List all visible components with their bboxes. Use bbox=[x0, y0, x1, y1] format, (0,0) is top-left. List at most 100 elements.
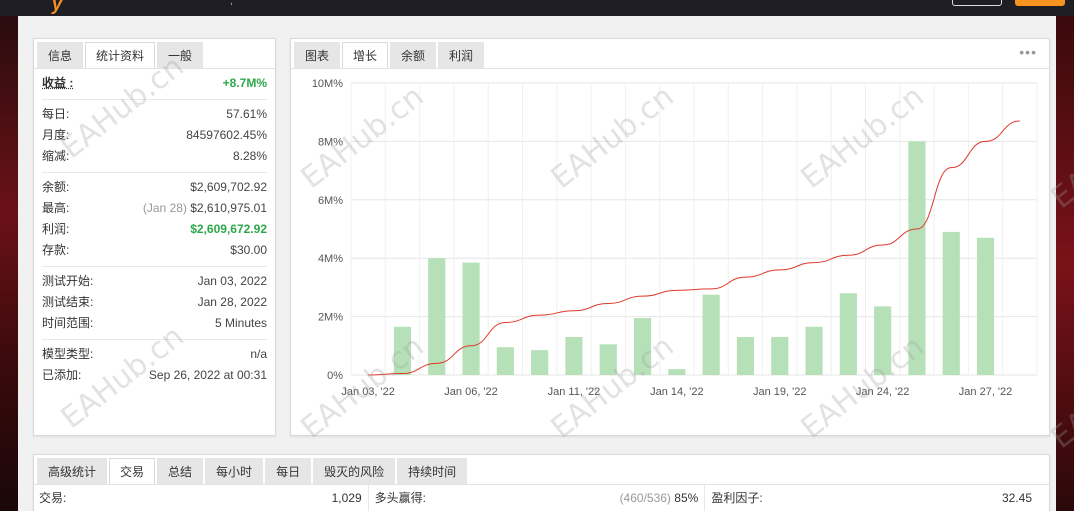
gain-label: 收益 : bbox=[42, 76, 74, 90]
y-tick-label: 4M% bbox=[318, 253, 343, 265]
background-left bbox=[0, 16, 18, 511]
trades-value: 1,029 bbox=[331, 491, 362, 505]
x-tick-label: Jan 11, '22 bbox=[548, 386, 601, 398]
growth-bar bbox=[462, 262, 480, 375]
growth-bar bbox=[393, 326, 412, 375]
test-end-label: 测试结束: bbox=[42, 295, 94, 309]
added-row: 已添加: Sep 26, 2022 at 00:31 bbox=[42, 365, 267, 386]
balance-label: 余额: bbox=[42, 180, 70, 194]
trades-label: 交易: bbox=[39, 491, 67, 505]
tab-daily[interactable]: 每日 bbox=[265, 458, 312, 484]
deposits-label: 存款: bbox=[42, 243, 70, 257]
tab-trades[interactable]: 交易 bbox=[109, 458, 156, 484]
trade-stats-row: 交易: 1,029 多头赢得: (460/536) 85% 盈利因子: 32.4… bbox=[34, 485, 1049, 511]
growth-bar bbox=[771, 337, 789, 375]
growth-bar bbox=[633, 318, 652, 375]
highest-value: $2,610,975.01 bbox=[190, 201, 267, 215]
tab-chart[interactable]: 图表 bbox=[294, 42, 341, 68]
timeframe-row: 时间范围: 5 Minutes bbox=[42, 313, 267, 334]
gain-value: +8.7M% bbox=[222, 76, 267, 90]
tab-hourly[interactable]: 每小时 bbox=[205, 458, 264, 484]
growth-bar bbox=[428, 258, 446, 375]
model-label: 模型类型: bbox=[42, 347, 94, 361]
statistics-panel: 信息 统计资料 一般 收益 : +8.7M% 每日: 57.61% 月度: 84… bbox=[33, 38, 276, 436]
growth-chart: 0% 2M% 4M% 6M% 8M% 10M% Jan 03, '22 Jan 06, '22… bbox=[312, 78, 1038, 398]
growth-bar bbox=[908, 141, 926, 375]
test-start-label: 测试开始: bbox=[42, 274, 94, 288]
bottom-tabs: 高级统计 交易 总结 每小时 每日 毁灭的风险 持续时间 bbox=[34, 455, 1049, 485]
tab-advanced-stats[interactable]: 高级统计 bbox=[37, 458, 108, 484]
model-row: 模型类型: n/a bbox=[42, 344, 267, 365]
site-logo[interactable]: y bbox=[52, 0, 62, 15]
deposits-row: 存款: $30.00 bbox=[42, 240, 267, 261]
tab-profit[interactable]: 利润 bbox=[438, 42, 485, 68]
model-value: n/a bbox=[250, 347, 267, 361]
growth-bar bbox=[668, 369, 686, 375]
y-tick-label: 0% bbox=[327, 370, 343, 382]
highest-row: 最高: (Jan 28) $2,610,975.01 bbox=[42, 198, 267, 219]
monthly-label: 月度: bbox=[42, 128, 70, 142]
stats-tabs: 信息 统计资料 一般 bbox=[34, 39, 275, 69]
balance-value: $2,609,702.92 bbox=[190, 180, 267, 194]
x-tick-label: Jan 03, '22 bbox=[341, 386, 394, 398]
monthly-row: 月度: 84597602.45% bbox=[42, 125, 267, 146]
drawdown-value: 8.28% bbox=[232, 149, 267, 163]
tab-info[interactable]: 信息 bbox=[37, 42, 84, 68]
highest-label: 最高: bbox=[42, 201, 70, 215]
chart-tabs: 图表 增长 余额 利润 bbox=[291, 39, 1049, 69]
test-start-value: Jan 03, 2022 bbox=[197, 274, 267, 288]
tab-statistics[interactable]: 统计资料 bbox=[85, 42, 156, 68]
tab-risk-of-ruin[interactable]: 毁灭的风险 bbox=[313, 458, 396, 484]
more-dots-icon[interactable]: ••• bbox=[1019, 44, 1037, 60]
top-navigation-bar: y , bbox=[0, 0, 1074, 16]
test-start-row: 测试开始: Jan 03, 2022 bbox=[42, 271, 267, 292]
profit-label: 利润: bbox=[42, 222, 70, 236]
daily-row: 每日: 57.61% bbox=[42, 104, 267, 125]
y-tick-label: 8M% bbox=[318, 136, 343, 148]
daily-value: 57.61% bbox=[226, 107, 267, 121]
added-label: 已添加: bbox=[42, 368, 82, 382]
timeframe-label: 时间范围: bbox=[42, 316, 94, 330]
tab-balance[interactable]: 余额 bbox=[390, 42, 437, 68]
background-right bbox=[1056, 16, 1074, 511]
topbar-separator: , bbox=[230, 0, 233, 7]
test-end-value: Jan 28, 2022 bbox=[197, 295, 267, 309]
longs-won-label: 多头赢得: bbox=[374, 491, 426, 505]
added-value: Sep 26, 2022 at 00:31 bbox=[148, 368, 267, 382]
profit-row: 利润: $2,609,672.92 bbox=[42, 219, 267, 240]
highest-date: (Jan 28) bbox=[142, 201, 187, 215]
y-tick-label: 10M% bbox=[312, 78, 343, 90]
gain-row: 收益 : +8.7M% bbox=[42, 73, 267, 94]
growth-bar bbox=[599, 344, 617, 375]
tab-duration[interactable]: 持续时间 bbox=[397, 458, 468, 484]
growth-bar bbox=[531, 350, 549, 375]
daily-label: 每日: bbox=[42, 107, 70, 121]
growth-bar bbox=[565, 337, 583, 375]
signup-button[interactable] bbox=[1015, 0, 1065, 6]
profit-factor-label: 盈利因子: bbox=[711, 491, 763, 505]
profit-value: $2,609,672.92 bbox=[190, 222, 267, 236]
timeframe-value: 5 Minutes bbox=[214, 316, 267, 330]
growth-bar bbox=[736, 337, 755, 375]
x-tick-label: Jan 14, '22 bbox=[650, 386, 703, 398]
x-tick-label: Jan 27, '22 bbox=[959, 386, 1012, 398]
deposits-value: $30.00 bbox=[230, 243, 267, 257]
login-button[interactable] bbox=[952, 0, 1002, 6]
y-tick-label: 2M% bbox=[318, 312, 343, 324]
growth-bar bbox=[496, 347, 514, 375]
profit-factor-value: 32.45 bbox=[1001, 491, 1032, 505]
growth-bar bbox=[942, 231, 960, 375]
x-tick-label: Jan 06, '22 bbox=[444, 386, 497, 398]
balance-row: 余额: $2,609,702.92 bbox=[42, 177, 267, 198]
test-end-row: 测试结束: Jan 28, 2022 bbox=[42, 292, 267, 313]
drawdown-label: 缩减: bbox=[42, 149, 70, 163]
trade-stats-panel: 高级统计 交易 总结 每小时 每日 毁灭的风险 持续时间 交易: 1,029 多… bbox=[33, 454, 1050, 511]
growth-chart-panel: 图表 增长 余额 利润 ••• 0% 2M% 4M% 6M% 8M% 10M% Jan 03… bbox=[290, 38, 1050, 436]
monthly-value: 84597602.45% bbox=[186, 128, 267, 142]
tab-general[interactable]: 一般 bbox=[157, 42, 204, 68]
tab-growth[interactable]: 增长 bbox=[342, 42, 389, 68]
growth-bar bbox=[976, 237, 995, 375]
tab-summary[interactable]: 总结 bbox=[157, 458, 204, 484]
longs-won-count: (460/536) bbox=[619, 491, 671, 505]
x-tick-label: Jan 19, '22 bbox=[753, 386, 806, 398]
